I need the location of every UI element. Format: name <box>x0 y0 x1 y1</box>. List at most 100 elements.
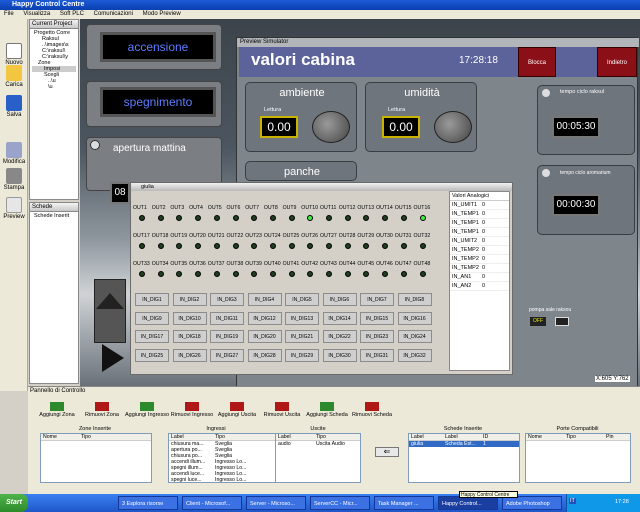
digital-input-button[interactable]: IN_DIG3 <box>210 293 244 306</box>
load-button[interactable]: Carica <box>1 65 27 88</box>
col-header[interactable]: Tipo <box>215 434 225 440</box>
taskbar-item[interactable]: Task Manager ... <box>374 496 434 510</box>
zone-list[interactable]: Nome Tipo <box>40 433 152 483</box>
ingressi-list[interactable]: Label Tipo chiusura ma... Sveglia apertura … <box>168 433 282 483</box>
language-indicator[interactable]: IT <box>569 498 576 504</box>
digital-input-button[interactable]: IN_DIG2 <box>172 293 207 306</box>
uscite-list[interactable]: Label Tipo audio Uscita Audio <box>275 433 361 483</box>
digital-input-button[interactable]: IN_DIG15 <box>360 311 394 325</box>
digital-input-button[interactable]: IN_DIG14 <box>322 311 357 325</box>
schede-list[interactable]: Label Label ID giulia Scheda Est... 1 <box>408 433 520 483</box>
tree-node[interactable]: Schede Inserit <box>32 213 76 219</box>
digital-input-button[interactable]: IN_DIG32 <box>397 348 432 362</box>
col-header[interactable]: Label <box>409 434 445 441</box>
pompa-on-toggle[interactable] <box>555 317 569 326</box>
menu-visualizza[interactable]: Visualizza <box>23 11 50 17</box>
col-header[interactable]: Tipo <box>316 434 326 440</box>
digital-input-button[interactable]: IN_DIG8 <box>397 293 432 306</box>
digital-input-button[interactable]: IN_DIG28 <box>247 348 282 362</box>
digital-input-button[interactable]: IN_DIG24 <box>397 330 432 343</box>
digital-input-button[interactable]: IN_DIG31 <box>360 348 394 362</box>
menu-modo-preview[interactable]: Modo Preview <box>143 11 181 17</box>
control-button[interactable]: Rimuovi Uscita <box>257 402 307 418</box>
output-label: OUT43 <box>320 261 337 267</box>
col-header[interactable]: Tipo <box>566 434 606 441</box>
accensione-button[interactable]: accensione <box>100 32 216 62</box>
col-header[interactable]: ID <box>483 434 488 440</box>
tree-node[interactable]: \u <box>32 84 76 90</box>
remove-board-icon <box>365 402 379 411</box>
save-button[interactable]: Salva <box>1 95 27 118</box>
control-button[interactable]: Rimuovi Zona <box>77 402 127 418</box>
project-tree[interactable]: Progetto Corre Raksul ..\images\s C:\rak… <box>30 29 78 91</box>
col-header[interactable]: Nome <box>41 434 81 441</box>
col-header[interactable]: Pin <box>606 434 614 440</box>
cell: Ingresso Lo... <box>215 477 247 483</box>
digital-input-button[interactable]: IN_DIG7 <box>360 293 394 306</box>
col-header[interactable]: Label <box>169 434 215 441</box>
umidita-knob[interactable] <box>434 111 472 143</box>
taskbar-item[interactable]: Client - Microsof... <box>182 496 242 510</box>
col-header[interactable]: Nome <box>526 434 566 441</box>
control-button[interactable]: Aggiungi Scheda <box>302 402 352 418</box>
new-button[interactable]: Nuovo <box>1 43 27 66</box>
start-button[interactable]: Start <box>0 494 28 512</box>
preview-button[interactable]: Preview <box>1 197 27 220</box>
porte-list[interactable]: Nome Tipo Pin <box>525 433 631 483</box>
blocca-button[interactable]: Blocca <box>518 47 556 77</box>
digital-input-button[interactable]: IN_DIG4 <box>247 293 282 306</box>
digital-input-button[interactable]: IN_DIG13 <box>285 311 319 325</box>
digital-input-button[interactable]: IN_DIG18 <box>172 330 207 343</box>
digital-input-button[interactable]: IN_DIG1 <box>135 293 169 306</box>
digital-input-button[interactable]: IN_DIG20 <box>247 330 282 343</box>
pompa-off-toggle[interactable]: OFF <box>530 317 546 326</box>
col-header[interactable]: Label <box>445 434 483 441</box>
spegnimento-button[interactable]: spegnimento <box>100 87 216 117</box>
menu-comunicazioni[interactable]: Comunicazioni <box>94 11 133 17</box>
digital-input-button[interactable]: IN_DIG16 <box>397 311 432 325</box>
digital-input-button[interactable]: IN_DIG25 <box>135 348 169 362</box>
print-button[interactable]: Stampa <box>1 168 27 191</box>
control-button[interactable]: Aggiungi Zona <box>32 402 82 418</box>
list-item[interactable]: audio Uscita Audio <box>276 441 360 447</box>
digital-input-button[interactable]: IN_DIG9 <box>135 311 169 325</box>
digital-input-button[interactable]: IN_DIG11 <box>210 311 244 325</box>
menu-file[interactable]: File <box>4 11 14 17</box>
digital-input-button[interactable]: IN_DIG6 <box>322 293 357 306</box>
taskbar-item[interactable]: 3 Esplora risorse <box>118 496 178 510</box>
digital-input-button[interactable]: IN_DIG5 <box>285 293 319 306</box>
edit-button[interactable]: Modifica <box>1 142 27 165</box>
taskbar-item[interactable]: ServerCC - Micr... <box>310 496 370 510</box>
digital-input-button[interactable]: IN_DIG30 <box>322 348 357 362</box>
taskbar-item[interactable]: Happy Control... <box>438 496 498 510</box>
control-button[interactable]: Aggiungi Ingresso <box>122 402 172 418</box>
indietro-button[interactable]: Indietro <box>597 47 637 77</box>
digital-input-button[interactable]: IN_DIG12 <box>247 311 282 325</box>
transfer-arrow-button[interactable]: ⇐ <box>375 447 399 457</box>
control-button[interactable]: Rimuovi Scheda <box>347 402 397 418</box>
arrow-right-icon[interactable] <box>102 344 124 372</box>
list-item[interactable]: giulia Scheda Est... 1 <box>409 441 519 447</box>
digital-input-button[interactable]: IN_DIG29 <box>285 348 319 362</box>
ambiente-knob[interactable] <box>312 111 350 143</box>
digital-input-button[interactable]: IN_DIG22 <box>322 330 357 343</box>
digital-input-button[interactable]: IN_DIG10 <box>172 311 207 325</box>
col-header[interactable]: Tipo <box>81 434 91 440</box>
menu-soft-plc[interactable]: Soft PLC <box>60 11 84 17</box>
cell: Uscita Audio <box>316 441 345 447</box>
taskbar-item[interactable]: Adobe Photoshop <box>502 496 562 510</box>
digital-input-button[interactable]: IN_DIG17 <box>135 330 169 343</box>
list-item[interactable]: spegni luce... Ingresso Lo... <box>169 477 281 483</box>
digital-input-button[interactable]: IN_DIG19 <box>210 330 244 343</box>
col-header[interactable]: Label <box>276 434 316 441</box>
tempo-aroma-label: tempo ciclo aromarium <box>560 170 611 176</box>
digital-input-button[interactable]: IN_DIG21 <box>285 330 319 343</box>
control-button[interactable]: Aggiungi Uscita <box>212 402 262 418</box>
control-button[interactable]: Rimuovi Ingresso <box>167 402 217 418</box>
digital-input-button[interactable]: IN_DIG23 <box>360 330 394 343</box>
taskbar-item[interactable]: Server - Microso... <box>246 496 306 510</box>
output-label: OUT19 <box>170 233 188 239</box>
digital-input-button[interactable]: IN_DIG26 <box>172 348 207 362</box>
nav-arrow-pad[interactable] <box>94 279 126 343</box>
digital-input-button[interactable]: IN_DIG27 <box>210 348 244 362</box>
